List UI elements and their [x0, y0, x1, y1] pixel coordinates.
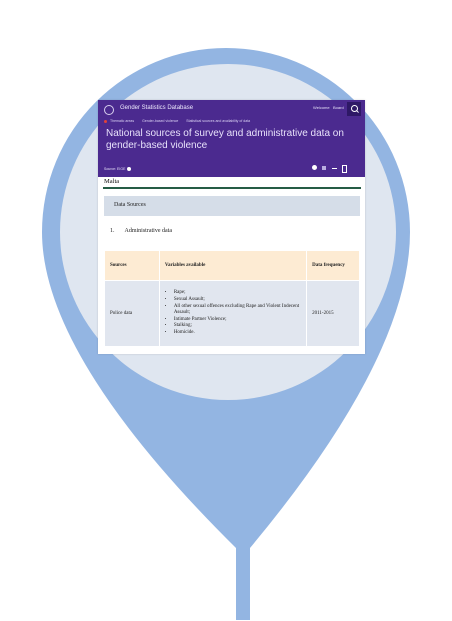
screenshot-panel: Gender Statistics Database Welcome Board… [98, 100, 365, 354]
column-header: Variables available [158, 250, 308, 281]
section-heading: 1. Administrative data [110, 228, 172, 234]
list-item: Sexual Assault; [174, 297, 301, 304]
variables-list: Rape; Sexual Assault; All other sexual o… [165, 290, 301, 336]
list-item: Rape; [174, 290, 301, 297]
home-icon[interactable] [104, 119, 107, 123]
country-heading: Malta [104, 178, 120, 185]
logo-icon[interactable] [104, 105, 114, 115]
search-button[interactable] [347, 102, 361, 116]
breadcrumb-item[interactable]: Thematic areas [110, 119, 134, 123]
print-icon[interactable] [322, 166, 326, 170]
variables-cell: Rape; Sexual Assault; All other sexual o… [158, 280, 308, 347]
frequency-cell: 2011-2015 [306, 280, 360, 347]
table-header-row: Sources Variables available Data frequen… [104, 250, 360, 281]
app-name[interactable]: Gender Statistics Database [120, 105, 193, 111]
list-item: All other sexual offences excluding Rape… [174, 304, 301, 317]
data-table: Sources Variables available Data frequen… [104, 250, 360, 347]
info-icon[interactable] [127, 167, 132, 172]
site-header: Gender Statistics Database Welcome Board… [98, 100, 365, 177]
source-label: Source: EIGE [104, 167, 126, 171]
account-link[interactable]: Welcome [313, 105, 330, 110]
toolbar [312, 164, 360, 173]
breadcrumb-item[interactable]: Statistical sources and availability of … [186, 119, 250, 123]
source-note: Source: EIGE [104, 167, 132, 172]
section-title: Administrative data [124, 228, 173, 234]
list-item: Homicide. [174, 330, 301, 337]
list-item: Intimate Partner Violence; [174, 317, 301, 324]
table-row: Police data Rape; Sexual Assault; All ot… [104, 280, 360, 347]
divider [103, 187, 361, 189]
source-cell: Police data [104, 280, 160, 347]
download-icon[interactable] [342, 165, 347, 173]
login-link[interactable]: Board [333, 105, 344, 110]
column-header: Sources [104, 250, 160, 281]
band-label: Data Sources [114, 202, 146, 208]
data-sources-band: Data Sources [104, 196, 360, 216]
breadcrumb: Thematic areas Gender-based violence Sta… [104, 119, 257, 123]
share-icon[interactable] [312, 165, 317, 170]
column-header: Data frequency [306, 250, 360, 281]
breadcrumb-item[interactable]: Gender-based violence [142, 119, 178, 123]
page-title: National sources of survey and administr… [106, 128, 344, 151]
list-item: Stalking; [174, 323, 301, 330]
section-number: 1. [110, 228, 115, 234]
link-icon[interactable] [332, 168, 337, 169]
